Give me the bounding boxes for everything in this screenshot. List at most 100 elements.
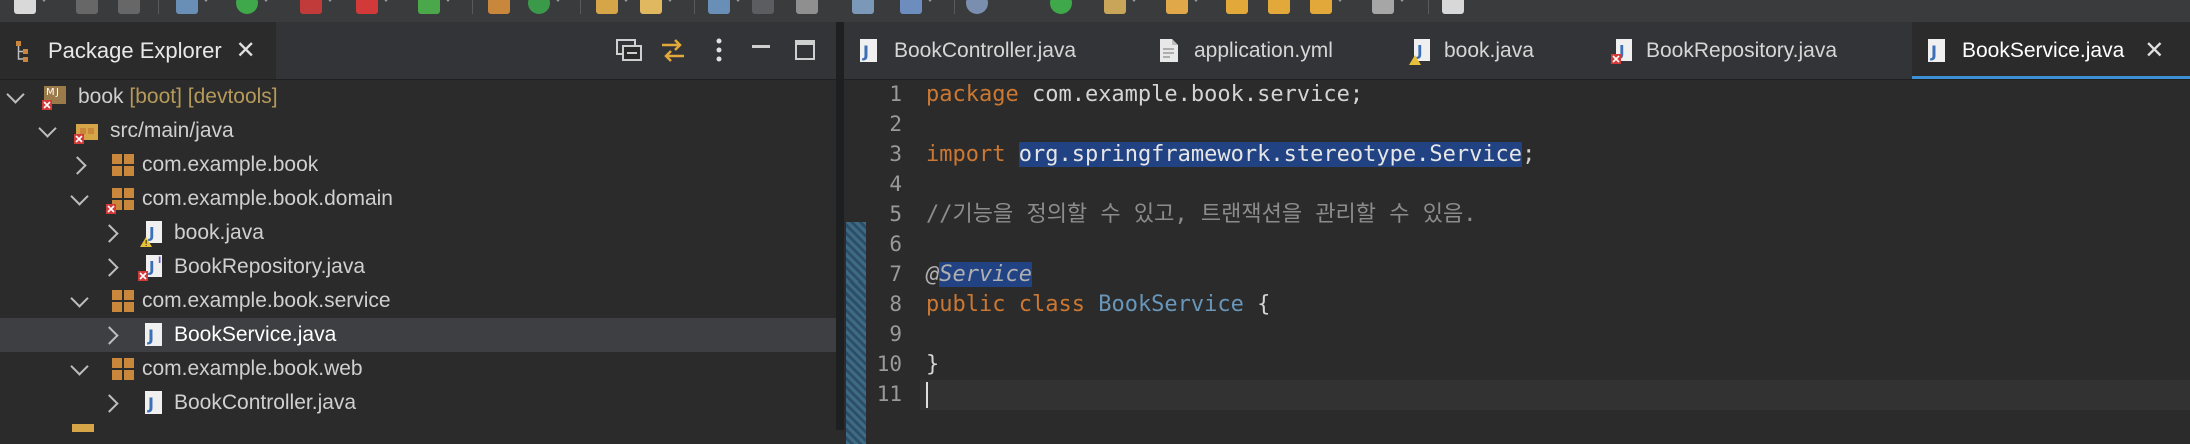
new-icon[interactable]: [14, 0, 36, 14]
code-line-11-current[interactable]: [920, 380, 2190, 410]
selected-text: org.springframework.stereotype.Service: [1018, 142, 1523, 167]
svg-text:J: J: [147, 394, 154, 413]
tree-item-package-com-example-book-web[interactable]: com.example.book.web: [0, 352, 836, 386]
line-number: 1: [889, 82, 902, 106]
svg-text:J: J: [1416, 42, 1423, 60]
open-task-dropdown-caret[interactable]: [666, 0, 674, 2]
tree-item-label: BookService.java: [174, 323, 337, 346]
run-icon[interactable]: [236, 0, 258, 14]
open-type-icon[interactable]: [596, 0, 618, 14]
save-all-icon[interactable]: [118, 0, 140, 14]
java-file-error-icon: J: [1610, 38, 1632, 64]
java-file-icon: J: [142, 321, 168, 347]
tree-item-book-project[interactable]: MJ book [boot] [devtools]: [0, 80, 836, 114]
tree-item-label: BookController.java: [174, 391, 357, 414]
save-icon[interactable]: [76, 0, 98, 14]
expanded-chevron-icon[interactable]: [70, 289, 89, 308]
collapse-all-icon[interactable]: [614, 36, 644, 64]
annotation-nav-icon[interactable]: [1104, 0, 1126, 14]
tree-item-bookcontroller-java[interactable]: J BookController.java: [0, 386, 836, 420]
code-line-8[interactable]: public class BookService {: [926, 290, 1270, 320]
java-file-icon: J: [1926, 38, 1948, 64]
collapsed-chevron-icon[interactable]: [68, 156, 87, 175]
link-with-editor-icon[interactable]: [658, 36, 688, 64]
last-edit-location-icon[interactable]: [1166, 0, 1188, 14]
maximize-icon[interactable]: [790, 36, 820, 64]
tab-application-yml[interactable]: application.yml: [1158, 22, 1333, 79]
show-whitespace-icon[interactable]: [852, 0, 874, 14]
run-dropdown-caret[interactable]: [262, 0, 270, 2]
tree-item-src-main-java[interactable]: src/main/java: [0, 114, 836, 148]
previous-annotation-caret[interactable]: [1336, 0, 1344, 2]
expanded-chevron-icon[interactable]: [38, 119, 57, 138]
expanded-chevron-icon[interactable]: [70, 357, 89, 376]
package-icon: [110, 288, 136, 314]
toggle-mark-occurrences-icon[interactable]: [752, 0, 774, 14]
back-icon[interactable]: [1226, 0, 1248, 14]
code-line-5-comment[interactable]: //기능을 정의할 수 있고, 트랜잭션을 관리할 수 있음.: [926, 200, 1477, 230]
new-java-package-icon[interactable]: [488, 0, 510, 14]
external-tools-dropdown-caret[interactable]: [444, 0, 452, 2]
line-number: 7: [889, 262, 902, 286]
tree-item-label: com.example.book.domain: [142, 187, 393, 210]
spring-dashboard-icon[interactable]: [1050, 0, 1072, 14]
sash-divider[interactable]: [836, 22, 844, 430]
new-dropdown-caret[interactable]: [40, 0, 48, 2]
code-editor[interactable]: package com.example.book.service; import…: [920, 80, 2190, 430]
annotation-at: @: [926, 262, 940, 287]
tab-bookcontroller-java[interactable]: J BookController.java: [858, 22, 1076, 79]
pin-editor-icon[interactable]: [900, 0, 922, 14]
next-annotation-icon[interactable]: [1372, 0, 1394, 14]
relaunch-dropdown-caret[interactable]: [326, 0, 334, 2]
open-perspective-icon[interactable]: [1442, 0, 1464, 14]
search-dropdown-caret[interactable]: [734, 0, 742, 2]
forward-icon[interactable]: [1268, 0, 1290, 14]
new-class-dropdown-caret[interactable]: [554, 0, 562, 2]
collapsed-chevron-icon[interactable]: [100, 326, 119, 345]
tree-item-package-com-example-book-domain[interactable]: com.example.book.domain: [0, 182, 836, 216]
last-edit-dropdown-caret[interactable]: [1192, 0, 1200, 2]
spring-search-icon[interactable]: [966, 0, 988, 14]
next-annotation-caret[interactable]: [1398, 0, 1406, 2]
tree-item-bookservice-java[interactable]: J BookService.java: [0, 318, 836, 352]
terminate-dropdown-caret[interactable]: [382, 0, 390, 2]
expanded-chevron-icon[interactable]: [70, 187, 89, 206]
tree-item-bookrepository-java[interactable]: JI BookRepository.java: [0, 250, 836, 284]
code-line-1[interactable]: package com.example.book.service;: [926, 80, 1363, 110]
tab-bookservice-java[interactable]: J BookService.java ✕: [1912, 22, 2190, 79]
debug-icon[interactable]: [176, 0, 198, 14]
expanded-chevron-icon[interactable]: [6, 85, 25, 104]
tree-item-book-java[interactable]: J! book.java: [0, 216, 836, 250]
code-line-3[interactable]: import org.springframework.stereotype.Se…: [926, 140, 1535, 170]
spring-boot-relaunch-icon[interactable]: [300, 0, 322, 14]
external-tools-icon[interactable]: [418, 0, 440, 14]
code-line-7[interactable]: @Service: [926, 260, 1032, 290]
tab-package-explorer[interactable]: Package Explorer ✕: [0, 22, 276, 79]
annotation-dropdown-caret[interactable]: [1130, 0, 1138, 2]
close-icon[interactable]: ✕: [2144, 36, 2164, 65]
code-text: ;: [1522, 142, 1536, 167]
collapsed-chevron-icon[interactable]: [100, 224, 119, 243]
editor-tab-bar: J BookController.java application.yml J …: [844, 22, 2190, 80]
previous-annotation-icon[interactable]: [1310, 0, 1332, 14]
open-task-icon[interactable]: [640, 0, 662, 14]
minimize-icon[interactable]: [746, 36, 776, 64]
toggle-block-selection-icon[interactable]: [796, 0, 818, 14]
open-type-dropdown-caret[interactable]: [622, 0, 630, 2]
new-java-class-icon[interactable]: [528, 0, 550, 14]
tree-item-package-com-example-book[interactable]: com.example.book: [0, 148, 836, 182]
tab-bookrepository-java[interactable]: J BookRepository.java: [1610, 22, 1837, 79]
collapsed-chevron-icon[interactable]: [100, 258, 119, 277]
pin-dropdown-caret[interactable]: [926, 0, 934, 2]
tab-book-java[interactable]: J book.java: [1408, 22, 1534, 79]
code-line-10[interactable]: }: [926, 350, 939, 380]
collapsed-chevron-icon[interactable]: [100, 394, 119, 413]
view-menu-icon[interactable]: [704, 36, 734, 64]
java-file-warning-icon: J!: [138, 219, 164, 248]
search-icon[interactable]: [708, 0, 730, 14]
debug-dropdown-caret[interactable]: [202, 0, 210, 2]
tree-item-package-com-example-book-service[interactable]: com.example.book.service: [0, 284, 836, 318]
tree-item-label: book: [78, 85, 124, 108]
terminate-icon[interactable]: [356, 0, 378, 14]
close-icon[interactable]: ✕: [236, 38, 256, 63]
